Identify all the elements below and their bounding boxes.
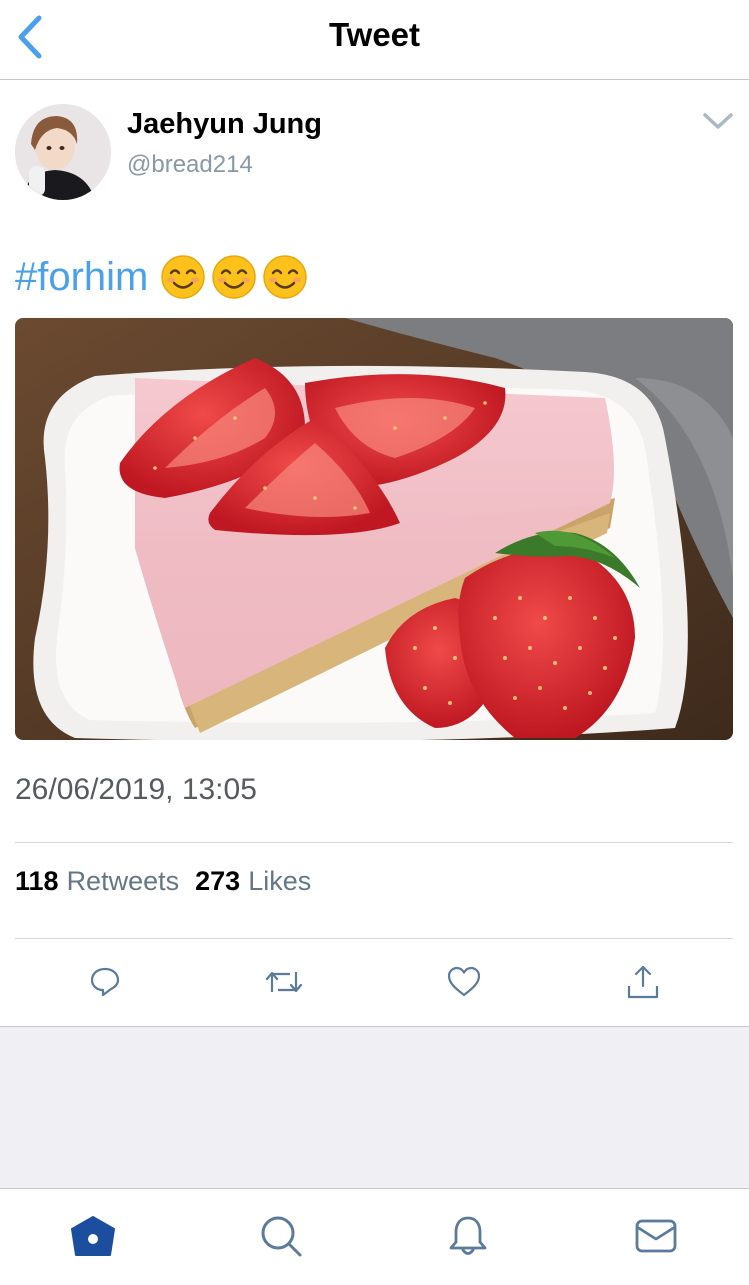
smiling-emoji-icon — [212, 255, 257, 299]
navigation-bar: Tweet — [0, 0, 749, 80]
tweet-actions — [15, 940, 733, 1025]
chevron-down-icon — [703, 113, 733, 129]
emoji-group — [160, 254, 308, 300]
like-count: 273 — [195, 866, 241, 896]
avatar-image — [15, 104, 111, 200]
messages-icon — [635, 1219, 677, 1253]
avatar[interactable] — [15, 104, 111, 200]
heart-icon — [447, 966, 481, 997]
smiling-emoji-icon — [263, 255, 308, 299]
like-button[interactable] — [444, 962, 484, 1002]
retweet-button[interactable] — [264, 962, 304, 1002]
retweet-count: 118 — [15, 866, 59, 896]
tweet-options-button[interactable] — [700, 106, 736, 136]
tweet-text: #forhim — [15, 252, 308, 302]
home-icon — [71, 1216, 115, 1256]
author-name[interactable]: Jaehyun Jung — [127, 108, 322, 141]
tab-notifications[interactable] — [443, 1211, 493, 1261]
page-title: Tweet — [328, 16, 421, 53]
tab-search[interactable] — [256, 1211, 306, 1261]
divider — [15, 938, 733, 939]
reply-button[interactable] — [85, 962, 125, 1002]
tweet-stats: 118 Retweets 273 Likes — [15, 866, 327, 897]
smiling-emoji-icon — [161, 255, 206, 299]
share-button[interactable] — [623, 962, 663, 1002]
tab-bar — [0, 1188, 749, 1285]
cheesecake-photo — [15, 318, 733, 740]
empty-replies-area — [0, 1026, 749, 1188]
search-icon — [261, 1216, 302, 1257]
tweet-media-image[interactable] — [15, 318, 733, 740]
retweets-stat[interactable]: 118 Retweets — [15, 866, 179, 897]
notifications-icon — [449, 1216, 487, 1255]
tweet-timestamp: 26/06/2019, 13:05 — [15, 773, 257, 806]
hashtag-link[interactable]: #forhim — [15, 252, 148, 302]
tab-messages[interactable] — [631, 1211, 681, 1261]
share-icon — [627, 965, 659, 999]
tab-home[interactable] — [68, 1211, 118, 1261]
like-label: Likes — [248, 866, 312, 896]
author-handle[interactable]: @bread214 — [127, 151, 253, 179]
likes-stat[interactable]: 273 Likes — [195, 866, 311, 897]
retweet-label: Retweets — [66, 866, 180, 896]
retweet-icon — [265, 971, 303, 993]
reply-icon — [90, 967, 120, 997]
divider — [15, 842, 733, 843]
